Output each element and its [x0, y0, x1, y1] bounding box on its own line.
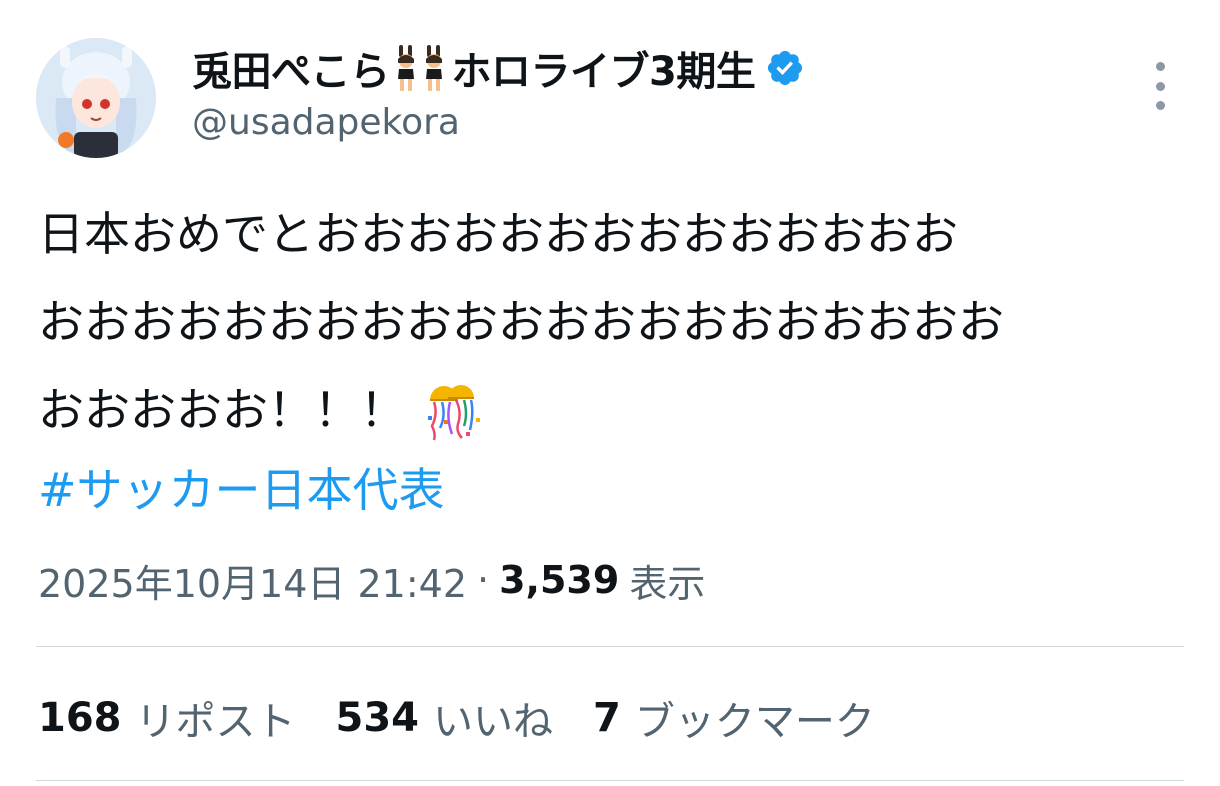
engagement-stats: 168 リポスト 534 いいね 7 ブックマーク — [38, 690, 915, 746]
name-row: 兎田ぺこら ホロライブ3期生 — [192, 40, 805, 96]
tweet-text: 日本おめでとおおおおおおおおおおおおおお おおおおおおおおおおおおおおおおおおお… — [38, 190, 1188, 454]
reposts-stat[interactable]: 168 リポスト — [38, 689, 296, 747]
timestamp[interactable]: 2025年10月14日 21:42 — [38, 553, 467, 608]
confetti-ball-icon — [420, 378, 484, 442]
more-options-icon[interactable] — [1144, 62, 1176, 110]
display-name[interactable]: 兎田ぺこら — [192, 39, 390, 97]
likes-stat[interactable]: 534 いいね — [336, 689, 554, 747]
reposts-count: 168 — [38, 695, 122, 741]
tweet-text-line: おおおおお！！！ — [38, 383, 406, 437]
views-count: 3,539 — [499, 558, 620, 602]
likes-count: 534 — [335, 695, 420, 741]
bookmarks-label: ブックマーク — [634, 699, 875, 745]
tweet-text-line: おおおおおおおおおおおおおおおおおおおおお — [38, 295, 1004, 349]
display-name-suffix[interactable]: ホロライブ3期生 — [452, 39, 756, 97]
hashtag-link[interactable]: #サッカー日本代表 — [38, 454, 445, 520]
bunny-girls-icon — [392, 45, 450, 91]
verified-badge-icon[interactable] — [765, 48, 805, 88]
divider — [36, 780, 1184, 781]
tweet-text-line: 日本おめでとおおおおおおおおおおおおおお — [38, 207, 958, 261]
tweet-card: 兎田ぺこら ホロライブ3期生 @usadapekora 日本おめでとおおおおおお… — [0, 0, 1220, 786]
reposts-label: リポスト — [135, 699, 296, 745]
user-handle[interactable]: @usadapekora — [192, 102, 460, 143]
divider — [36, 646, 1184, 647]
tweet-meta: 2025年10月14日 21:42 · 3,539 表示 — [38, 552, 705, 608]
avatar[interactable] — [36, 38, 156, 158]
likes-label: いいね — [433, 699, 553, 745]
meta-separator: · — [477, 558, 490, 602]
bookmarks-count: 7 — [593, 695, 621, 741]
bookmarks-stat[interactable]: 7 ブックマーク — [593, 689, 875, 747]
tweet-text-line-last: おおおおお！！！ — [38, 366, 1188, 454]
views-label: 表示 — [629, 561, 706, 606]
